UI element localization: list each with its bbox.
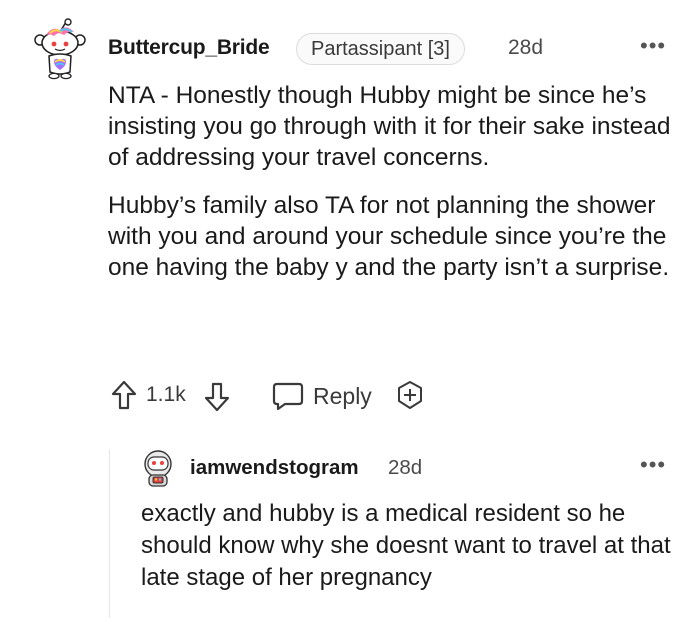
reply-body: exactly and hubby is a medical resident …	[141, 500, 671, 591]
vote-count: 1.1k	[146, 383, 186, 406]
thread-line[interactable]	[109, 450, 110, 618]
award-plus-icon[interactable]	[395, 380, 425, 410]
reply-author[interactable]: iamwendstogram	[190, 456, 359, 480]
downvote-arrow-icon[interactable]	[203, 381, 231, 413]
speech-bubble-icon	[272, 382, 304, 411]
more-options-button[interactable]: •••	[640, 33, 666, 59]
reply-button[interactable]: Reply	[271, 378, 372, 414]
snoo-astronaut-avatar-icon[interactable]	[141, 449, 175, 489]
user-flair-badge: Partassipant [3]	[296, 33, 465, 65]
reply-more-options-button[interactable]: •••	[640, 452, 666, 478]
comment-paragraph: Hubby’s family also TA for not planning …	[108, 192, 670, 281]
reply-timestamp[interactable]: 28d	[388, 456, 422, 480]
reply-label: Reply	[313, 382, 372, 409]
snoo-avatar-icon[interactable]	[30, 18, 90, 80]
upvote-arrow-icon[interactable]	[110, 379, 138, 411]
comment-timestamp[interactable]: 28d	[508, 36, 543, 60]
comment-author[interactable]: Buttercup_Bride	[108, 36, 270, 60]
comment-body: NTA - Honestly though Hubby might be sin…	[108, 80, 678, 283]
comment-paragraph: NTA - Honestly though Hubby might be sin…	[108, 82, 671, 171]
